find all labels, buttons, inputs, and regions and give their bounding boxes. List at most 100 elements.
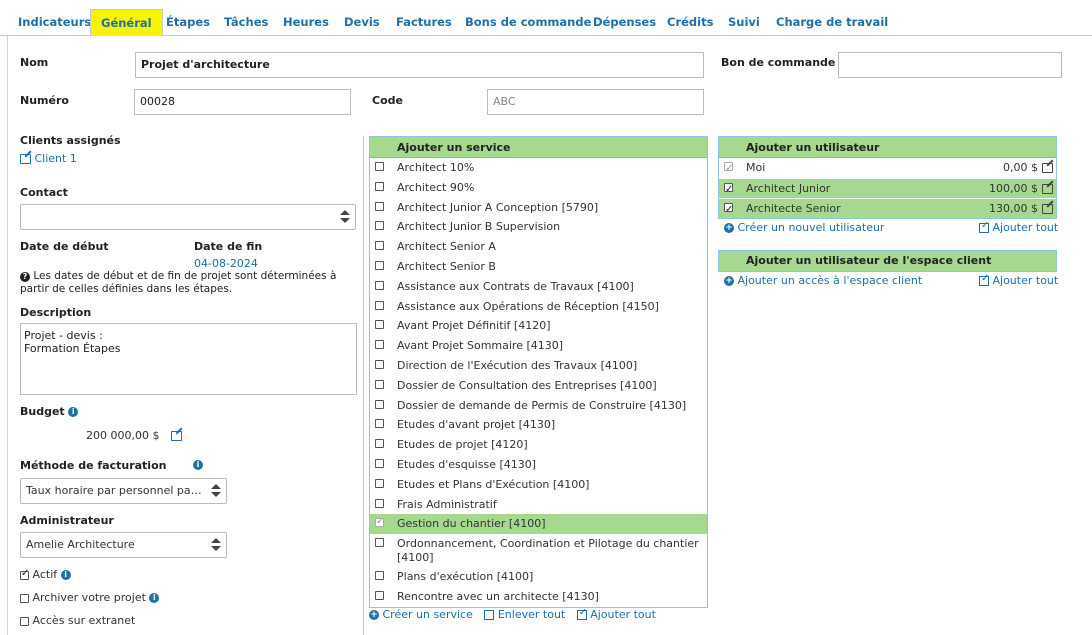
service-item[interactable]: Avant Projet Définitif [4120] <box>370 316 707 336</box>
service-item[interactable]: Plans d'exécution [4100] <box>370 567 707 587</box>
service-item[interactable]: Etudes d'esquisse [4130] <box>370 455 707 475</box>
service-item[interactable]: Direction de l'Exécution des Travaux [41… <box>370 356 707 376</box>
tab-heures[interactable]: Heures <box>273 9 339 36</box>
create-user-link[interactable]: + Créer un nouvel utilisateur <box>724 221 884 234</box>
budget-label: Budget <box>20 405 65 418</box>
service-item[interactable]: Avant Projet Sommaire [4130] <box>370 336 707 356</box>
tab-indicateurs[interactable]: Indicateurs <box>8 9 101 36</box>
nom-input[interactable]: Projet d'architecture <box>135 52 704 78</box>
service-item[interactable]: Etudes d'avant projet [4130] <box>370 415 707 435</box>
user-row[interactable]: Moi 0,00 $ <box>719 158 1056 179</box>
service-item[interactable]: Rencontre avec un architecte [4130] <box>370 587 707 607</box>
service-checkbox[interactable] <box>375 515 384 529</box>
service-item[interactable]: Architect Junior B Supervision <box>370 217 707 237</box>
service-checkbox[interactable] <box>375 498 384 508</box>
info-icon[interactable]: i <box>68 407 79 417</box>
service-item[interactable]: Architect Junior A Conception [5790] <box>370 198 707 218</box>
service-checkbox[interactable] <box>375 280 384 290</box>
create-user-label: Créer un nouvel utilisateur <box>737 221 885 234</box>
service-item[interactable]: Frais Administratif <box>370 495 707 515</box>
tab-factures[interactable]: Factures <box>386 9 462 36</box>
user-row[interactable]: Architecte Senior 130,00 $ <box>719 198 1056 220</box>
user-checkbox[interactable] <box>724 159 733 179</box>
create-service-link[interactable]: + Créer un service <box>369 608 476 621</box>
service-item[interactable]: Dossier de demande de Permis de Construi… <box>370 396 707 416</box>
edit-icon[interactable] <box>1042 184 1053 194</box>
actif-checkbox[interactable] <box>20 568 29 580</box>
service-checkbox[interactable] <box>375 419 384 429</box>
info-icon[interactable]: i <box>149 593 160 603</box>
user-checkbox[interactable] <box>724 200 733 220</box>
info-icon[interactable]: i <box>60 570 71 580</box>
service-checkbox[interactable] <box>375 458 384 468</box>
actif-label: Actif <box>32 568 58 581</box>
service-label: Architect 90% <box>397 180 475 194</box>
service-item[interactable]: Assistance aux Contrats de Travaux [4100… <box>370 277 707 297</box>
client-link[interactable]: Client 1 <box>20 152 77 165</box>
extranet-checkbox[interactable] <box>20 616 29 626</box>
service-checkbox[interactable] <box>375 590 384 600</box>
user-name: Moi <box>746 161 766 174</box>
service-item[interactable]: Gestion du chantier [4100] <box>370 514 707 535</box>
numero-input[interactable]: 00028 <box>134 89 351 115</box>
archiver-row[interactable]: Archiver votre projet i <box>20 591 160 604</box>
administrateur-select[interactable]: Amelie Architecture <box>20 532 227 558</box>
service-checkbox[interactable] <box>375 478 384 488</box>
actif-row[interactable]: Actif i <box>20 568 71 581</box>
tab-depenses[interactable]: Dépenses <box>583 9 666 36</box>
extranet-row[interactable]: Accès sur extranet <box>20 614 135 627</box>
tab-credits[interactable]: Crédits <box>657 9 723 36</box>
tab-devis[interactable]: Devis <box>334 9 390 36</box>
service-item[interactable]: Architect Senior B <box>370 257 707 277</box>
date-fin-value[interactable]: 04-08-2024 <box>194 257 258 270</box>
service-checkbox[interactable] <box>375 300 384 310</box>
service-label: Architect Junior A Conception [5790] <box>397 200 599 214</box>
tab-bons-de-commande[interactable]: Bons de commande <box>455 9 601 36</box>
edit-icon[interactable] <box>1042 204 1053 214</box>
add-client-access-link[interactable]: + Ajouter un accès à l'espace client <box>724 274 922 287</box>
service-checkbox[interactable] <box>375 399 384 409</box>
service-item[interactable]: Etudes de projet [4120] <box>370 435 707 455</box>
service-checkbox[interactable] <box>375 201 384 211</box>
contact-select[interactable] <box>20 204 356 230</box>
service-item[interactable]: Etudes et Plans d'Exécution [4100] <box>370 475 707 495</box>
description-textarea[interactable]: Projet - devis : Formation Étapes <box>20 323 357 395</box>
edit-budget-icon[interactable] <box>170 431 182 441</box>
methode-info-icon[interactable]: i <box>193 460 203 470</box>
methode-facturation-select[interactable]: Taux horaire par personnel par projet <box>20 478 227 504</box>
service-checkbox[interactable] <box>375 439 384 449</box>
add-all-users-link[interactable]: Ajouter tout <box>979 220 1058 234</box>
tab-taches[interactable]: Tâches <box>214 9 278 36</box>
tab-etapes[interactable]: Étapes <box>156 9 220 36</box>
service-checkbox[interactable] <box>375 571 384 581</box>
service-item[interactable]: Dossier de Consultation des Entreprises … <box>370 376 707 396</box>
service-checkbox[interactable] <box>375 538 384 548</box>
service-item[interactable]: Assistance aux Opérations de Réception [… <box>370 297 707 317</box>
service-checkbox[interactable] <box>375 241 384 251</box>
service-checkbox[interactable] <box>375 359 384 369</box>
tab-suivi[interactable]: Suivi <box>718 9 770 36</box>
code-input[interactable]: ABC <box>487 89 704 115</box>
service-checkbox[interactable] <box>375 221 384 231</box>
user-checkbox[interactable] <box>724 180 733 200</box>
service-checkbox[interactable] <box>375 379 384 389</box>
service-item[interactable]: Architect Senior A <box>370 237 707 257</box>
service-checkbox[interactable] <box>375 162 384 171</box>
service-item[interactable]: Ordonnancement, Coordination et Pilotage… <box>370 534 707 567</box>
service-checkbox[interactable] <box>375 260 384 270</box>
service-item[interactable]: Architect 10% <box>370 158 707 178</box>
service-checkbox[interactable] <box>375 181 384 191</box>
bon-de-commande-input[interactable] <box>838 52 1062 78</box>
service-checkbox[interactable] <box>375 320 384 330</box>
check-square-icon <box>979 220 989 233</box>
tab-general[interactable]: Général <box>90 9 163 37</box>
edit-icon[interactable] <box>1042 163 1053 173</box>
add-all-client-link[interactable]: Ajouter tout <box>979 273 1058 287</box>
user-row[interactable]: Architect Junior 100,00 $ <box>719 178 1056 200</box>
remove-all-link[interactable]: Enlever tout <box>484 608 568 621</box>
tab-charge-de-travail[interactable]: Charge de travail <box>766 9 898 36</box>
archiver-checkbox[interactable] <box>20 593 29 603</box>
service-checkbox[interactable] <box>375 340 384 350</box>
add-all-services-link[interactable]: Ajouter tout <box>576 607 656 621</box>
service-item[interactable]: Architect 90% <box>370 178 707 198</box>
